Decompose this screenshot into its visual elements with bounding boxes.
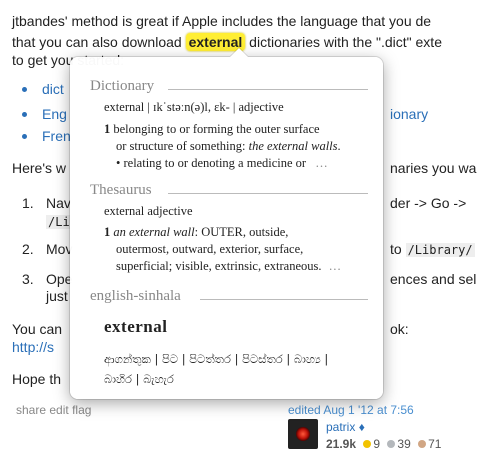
dictionary-more-ellipsis[interactable]: … (315, 156, 328, 170)
user-name-row: patrix ♦ (326, 420, 365, 434)
hal-eye-icon (296, 427, 310, 441)
edited-timestamp[interactable]: edited Aug 1 '12 at 7:56 (288, 403, 414, 417)
definition-text-3: • relating to or denoting a medicine or (116, 156, 307, 170)
list-bullet (22, 112, 27, 117)
answer-heres: Here's w (12, 160, 67, 176)
dictionaries-url-link[interactable]: http://s (12, 338, 54, 356)
sinhala-headword: external (104, 317, 168, 336)
list-bullet (22, 87, 27, 92)
silver-badge-icon (387, 440, 396, 448)
user-avatar[interactable] (288, 419, 318, 449)
step-1-path: /Li (46, 212, 72, 231)
answer-youcan-end: ok: (390, 321, 409, 337)
step-1-number: 1. (22, 195, 34, 211)
answer-line-2-end: dictionaries with the ".dict" exte (249, 34, 442, 50)
definition-example: the external walls (248, 139, 338, 153)
definition-line-2: or structure of something: the external … (116, 138, 341, 154)
step-2-code: to /Library/ (390, 241, 475, 257)
thesaurus-section-header[interactable]: Thesaurus (90, 182, 152, 199)
popover-arrow (230, 48, 248, 57)
moderator-diamond-icon: ♦ (358, 420, 365, 434)
sinhala-translations-2: බාහිර | බැහැර (104, 372, 174, 386)
answer-line-2: that you can also download external dict… (12, 33, 442, 51)
english-sinhala-section-header[interactable]: english-sinhala (90, 288, 181, 305)
sinhala-translations-1: ආගන්තුක | පිට | පිටත්තර | පිටස්තර | බාහ්… (104, 352, 329, 366)
english-dict-link[interactable]: Eng (42, 105, 67, 123)
post-menu: share edit flag (16, 403, 91, 417)
step-2-code-path: /Library/ (405, 243, 475, 257)
thesaurus-line-2: outermost, outward, exterior, surface, (116, 242, 304, 256)
answer-heres-end: naries you wa (390, 160, 477, 176)
definition-line-1: 1 belonging to or forming the outer surf… (104, 121, 320, 137)
answer-youcan: You can (12, 321, 63, 337)
thesaurus-sense-number: 1 (104, 225, 111, 239)
gold-badge-icon (363, 440, 372, 448)
answer-hope: Hope th (12, 371, 62, 387)
thesaurus-example: an external wall (113, 225, 195, 239)
thesaurus-synonyms-3: superficial; visible, extrinsic, extrane… (116, 259, 322, 273)
step-1-code: /Li (46, 215, 72, 229)
step-3-text-2: just (46, 288, 68, 304)
definition-text-1: belonging to or forming the outer surfac… (113, 122, 320, 136)
edit-link[interactable]: edit (49, 403, 68, 417)
step-3-text: Ope (46, 271, 73, 287)
user-reputation-row: 21.9k 9 39 71 (326, 437, 441, 451)
user-name-link[interactable]: patrix (326, 420, 355, 434)
answer-line-1: jtbandes' method is great if Apple inclu… (12, 13, 432, 29)
thesaurus-pos: external adjective (104, 204, 193, 218)
answer-line-2-start: that you can also download (12, 34, 182, 50)
section-divider (168, 193, 368, 194)
bronze-badge-count: 71 (428, 437, 442, 451)
step-1-text-end: der -> Go -> (390, 195, 467, 211)
step-2-number: 2. (22, 241, 34, 257)
step-3-number: 3. (22, 271, 34, 287)
dict-link[interactable]: dict (42, 80, 64, 98)
reputation-score: 21.9k (326, 437, 357, 451)
share-link[interactable]: share (16, 403, 46, 417)
silver-badge-count: 39 (397, 437, 411, 451)
french-dict-link[interactable]: Fren (42, 127, 71, 145)
thesaurus-synonyms-1: : OUTER, outside, (194, 225, 289, 239)
section-divider (200, 299, 368, 300)
step-3-text-end: ences and sel (390, 271, 477, 287)
definition-text-2: or structure of something: (116, 139, 246, 153)
definition-period: . (337, 139, 341, 153)
dictionary-section-header[interactable]: Dictionary (90, 78, 154, 95)
bronze-badge-icon (418, 440, 427, 448)
gold-badge-count: 9 (373, 437, 381, 451)
flag-link[interactable]: flag (72, 403, 91, 417)
step-2-text: Mov (46, 241, 73, 257)
dictionary-lookup-popover[interactable]: Dictionary external | ɪkˈstəːn(ə)l, ɛk- … (70, 48, 383, 399)
english-dict-link-end[interactable]: ionary (390, 105, 428, 123)
thesaurus-more-ellipsis[interactable]: … (329, 259, 342, 273)
list-bullet (22, 134, 27, 139)
thesaurus-line-3: superficial; visible, extrinsic, extrane… (116, 258, 341, 274)
section-divider (168, 89, 368, 90)
definition-line-3: • relating to or denoting a medicine or … (116, 155, 328, 171)
sense-number: 1 (104, 122, 111, 136)
thesaurus-line-1: 1 an external wall: OUTER, outside, (104, 224, 288, 240)
pronunciation-line: external | ɪkˈstəːn(ə)l, ɛk- | adjective (104, 100, 284, 114)
step-1-text: Nav (46, 195, 71, 211)
